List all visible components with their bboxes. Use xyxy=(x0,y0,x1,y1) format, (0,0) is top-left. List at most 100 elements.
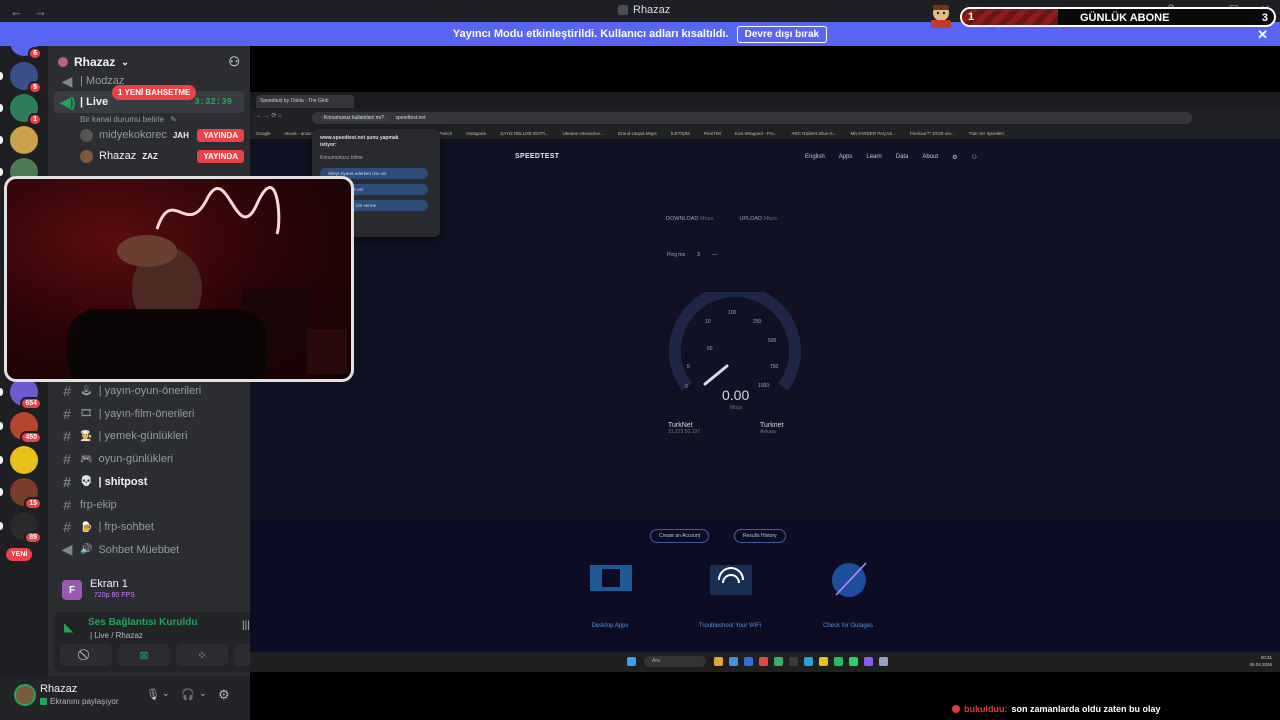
menu-learn[interactable]: Learn xyxy=(866,154,881,161)
screen-title: Ekran 1 xyxy=(90,578,128,590)
speedtest-logo[interactable]: SPEEDTEST xyxy=(515,153,559,160)
bookmark-item[interactable]: Twitch xyxy=(440,131,453,136)
channel-label: | frp-sohbet xyxy=(98,521,154,534)
menu-english[interactable]: English xyxy=(805,154,825,161)
taskbar-app-icon[interactable] xyxy=(714,657,723,666)
channel-item[interactable]: # 👨‍🍳 | yemek-günlükleri xyxy=(54,425,244,447)
server-icon[interactable]: 15 xyxy=(10,478,42,510)
taskbar-app-icon[interactable] xyxy=(879,657,888,666)
bookmark-item[interactable]: İLETİŞİM xyxy=(671,131,690,136)
bookmark-item[interactable]: Packout™ 10/28 om... xyxy=(910,131,955,136)
unread-indicator xyxy=(0,522,3,530)
taskbar-app-icon[interactable] xyxy=(789,657,798,666)
headphones-chevron-icon[interactable]: ⌄ xyxy=(199,688,207,699)
menu-about[interactable]: About xyxy=(922,154,938,161)
taskbar-app-icon[interactable] xyxy=(744,657,753,666)
stop-stream-button[interactable]: ⊠ xyxy=(118,644,170,666)
channel-item[interactable]: # 🕹 | yayın-oyun-önerileri xyxy=(54,380,244,402)
account-icon[interactable]: ⚇ xyxy=(972,154,977,161)
disable-streamer-mode-button[interactable]: Devre dışı bırak xyxy=(736,25,828,43)
channel-item[interactable]: ◀ 🔊 Sohbet Müebbet xyxy=(54,539,244,561)
ping-label: Ping ms xyxy=(667,252,685,258)
channel-item[interactable]: # 💀 | shitpost xyxy=(54,471,244,493)
voice-user[interactable]: midyekokorec JAH YAYINDA xyxy=(74,124,244,146)
address-bar[interactable]: Konumunuz kullanılsın mı? speedtest.net xyxy=(312,112,1192,124)
signal-icon: ◣ xyxy=(64,620,74,634)
taskbar-app-icon[interactable] xyxy=(759,657,768,666)
server-icon[interactable]: 89 xyxy=(10,512,42,544)
voice-user[interactable]: Rhazaz ZAZ YAYINDA xyxy=(74,145,244,167)
new-unread-pill[interactable]: YENİ xyxy=(6,548,33,561)
banner-close-icon[interactable]: ✕ xyxy=(1257,27,1268,43)
check-outages-link[interactable]: Check for Outages xyxy=(798,623,898,629)
invite-people-icon[interactable]: ⚇ xyxy=(228,54,240,70)
taskbar-app-icon[interactable] xyxy=(729,657,738,666)
channel-item[interactable]: # frp-ekip xyxy=(54,494,244,516)
unread-indicator xyxy=(0,72,3,80)
download-text: DOWNLOAD xyxy=(666,216,699,222)
bookmark-item[interactable]: Tüm Yer İşaretleri xyxy=(969,131,1004,136)
create-account-button[interactable]: Create an Account xyxy=(650,529,710,543)
back-icon[interactable]: ← xyxy=(10,4,24,19)
sub-goal-label: GÜNLÜK ABONE xyxy=(1080,12,1170,24)
taskbar-app-icon[interactable] xyxy=(864,657,873,666)
server-icon[interactable]: 654 xyxy=(10,378,42,410)
taskbar-app-icon[interactable] xyxy=(774,657,783,666)
microphone-icon[interactable]: 🎙 xyxy=(146,688,160,701)
troubleshoot-wifi-link[interactable]: Troubleshoot Your WiFi xyxy=(680,623,780,629)
speedtest-menu: English Apps Learn Data About ⚙ ⚇ xyxy=(805,154,977,161)
isp-info: TurkNet 31.223.50.197 xyxy=(668,422,700,435)
user-name[interactable]: Rhazaz xyxy=(40,683,77,695)
settings-icon[interactable]: ⚙ xyxy=(952,154,957,161)
chat-text: son zamanlarda oldu zaten bu olay xyxy=(1011,704,1161,714)
taskbar-search[interactable]: Ara xyxy=(644,656,706,667)
camera-off-button[interactable]: ⃠ xyxy=(60,644,112,666)
settings-gear-icon[interactable]: ⚙ xyxy=(218,687,230,703)
taskbar-date: 06.04.2026 xyxy=(1249,662,1272,667)
bookmark-item[interactable]: Kick Wrapped - Pro... xyxy=(735,131,778,136)
menu-apps[interactable]: Apps xyxy=(839,154,853,161)
permission-chip[interactable]: Konumunuz kullanılsın mı? xyxy=(320,115,389,121)
results-history-button[interactable]: Results History xyxy=(734,529,786,543)
channel-item[interactable]: # 🎞 | yayın-film-önerileri xyxy=(54,403,244,425)
start-icon[interactable] xyxy=(627,657,636,666)
channel-emoji-icon: 🎮 xyxy=(80,453,93,465)
server-info[interactable]: Turknet Ankara xyxy=(760,422,783,435)
server-icon[interactable]: 5 xyxy=(10,62,42,94)
unread-badge: 89 xyxy=(24,531,42,544)
mic-chevron-icon[interactable]: ⌄ xyxy=(162,688,170,699)
channel-item[interactable]: # 🎮 oyun-günlükleri xyxy=(54,448,244,470)
browser-tab[interactable]: Speedtest by Ookla - The Glob xyxy=(256,95,354,108)
gauge-tick-label: 750 xyxy=(770,364,779,370)
new-mention-pill[interactable]: 1 YENİ BAHSETME xyxy=(112,85,197,100)
server-icon[interactable] xyxy=(10,126,38,154)
headphones-icon[interactable]: 🎧 xyxy=(181,688,195,701)
taskbar-app-icon[interactable] xyxy=(834,657,843,666)
bookmark-item[interactable]: FlexiTIM xyxy=(704,131,721,136)
server-icon[interactable]: 1 xyxy=(10,94,42,126)
bookmark-item[interactable]: Google xyxy=(256,131,271,136)
gauge-tick-label: 100 xyxy=(728,310,737,316)
bookmark-item[interactable]: MİLYARDER PAÇAS... xyxy=(851,131,897,136)
server-icon[interactable]: 450 xyxy=(10,412,42,444)
voice-user-name: midyekokorec xyxy=(99,129,167,141)
screen-share-icon: ⊠ xyxy=(139,649,149,662)
channel-item[interactable]: # 🍺 | frp-sohbet xyxy=(54,516,244,538)
menu-data[interactable]: Data xyxy=(896,154,909,161)
bookmark-item[interactable]: ARC Raiders Blue G... xyxy=(792,131,837,136)
server-icon[interactable] xyxy=(10,446,38,474)
forward-icon[interactable]: → xyxy=(34,4,48,19)
taskbar-app-icon[interactable] xyxy=(849,657,858,666)
user-avatar[interactable] xyxy=(14,684,36,706)
taskbar-app-icon[interactable] xyxy=(819,657,828,666)
upload-unit: Mbps xyxy=(763,216,777,222)
activities-button[interactable]: ⁘ xyxy=(176,644,228,666)
user-status: Ekranını paylaşıyor xyxy=(40,697,118,706)
bookmark-item[interactable]: Instagram xyxy=(466,131,486,136)
bookmark-item[interactable]: Grand Utopia Maps xyxy=(618,131,657,136)
taskbar-app-icon[interactable] xyxy=(804,657,813,666)
desktop-apps-link[interactable]: Desktop Apps xyxy=(560,623,660,629)
user-status-text: Ekranını paylaşıyor xyxy=(50,697,119,706)
bookmark-item[interactable]: Ukraine Interactive... xyxy=(563,131,604,136)
bookmark-item[interactable]: ZAYIZ DELUXE EDITI... xyxy=(500,131,548,136)
